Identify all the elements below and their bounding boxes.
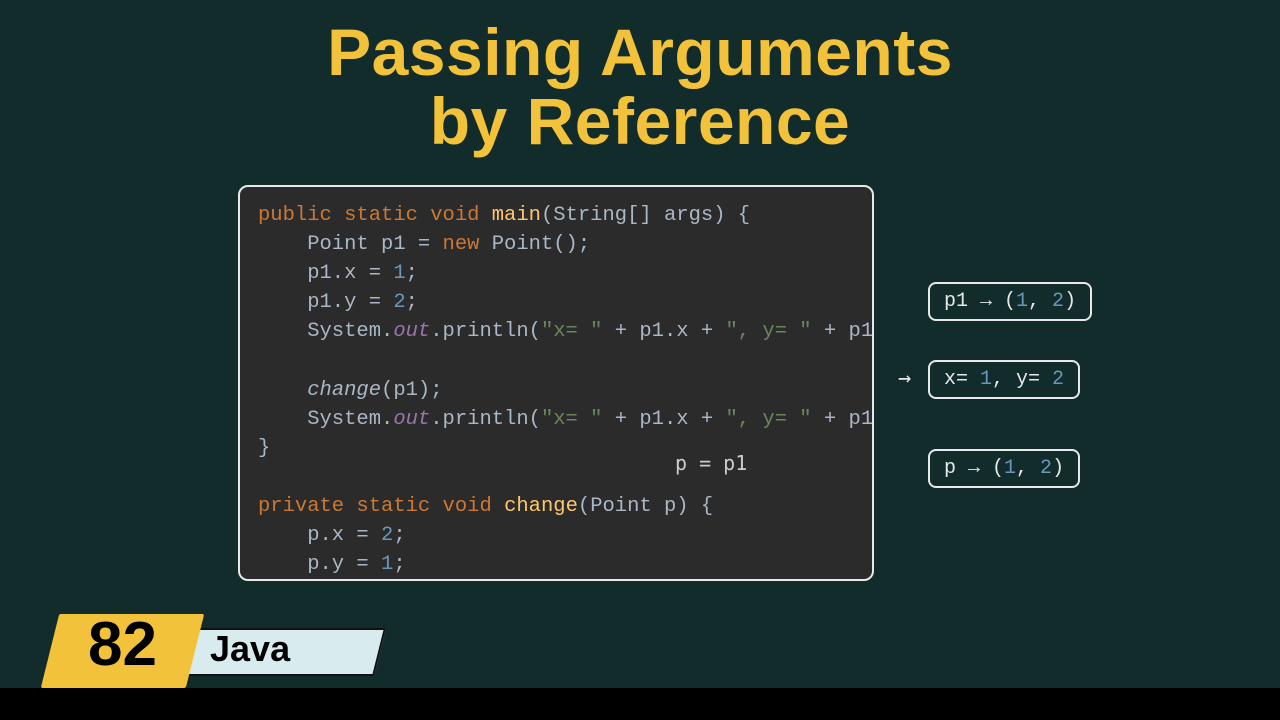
code-text: (String[] args) { bbox=[541, 204, 750, 227]
text: , y= bbox=[992, 368, 1052, 391]
out-field: out bbox=[393, 320, 430, 343]
state-box-p1: p1 → (1, 2) bbox=[928, 282, 1092, 321]
kw: static bbox=[344, 495, 430, 518]
code-text: System. bbox=[258, 408, 393, 431]
semi: ; bbox=[393, 524, 405, 547]
code-text: Point p1 = bbox=[258, 233, 443, 256]
code-text: + p1.y); bbox=[812, 408, 874, 431]
str: ", y= " bbox=[726, 320, 812, 343]
num: 2 bbox=[1052, 290, 1064, 313]
annotation-p-equals-p1: p = p1 bbox=[675, 449, 747, 477]
code-text: p1.x = bbox=[258, 262, 393, 285]
out-field: out bbox=[393, 408, 430, 431]
code-block: public static void main(String[] args) {… bbox=[238, 185, 874, 581]
title-line-1: Passing Arguments bbox=[327, 15, 953, 89]
num: 1 bbox=[1004, 457, 1016, 480]
str: "x= " bbox=[541, 320, 603, 343]
output-box-xy: x= 1, y= 2 bbox=[928, 360, 1080, 399]
text: p1 → ( bbox=[944, 290, 1016, 313]
kw: void bbox=[418, 204, 480, 227]
code-text: Point(); bbox=[479, 233, 590, 256]
badge-number: 82 bbox=[50, 609, 195, 680]
code-text: .println( bbox=[430, 408, 541, 431]
text: ) bbox=[1064, 290, 1076, 313]
semi: ; bbox=[393, 553, 405, 576]
code-text: + p1.y); bbox=[812, 320, 874, 343]
num: 1 bbox=[980, 368, 992, 391]
semi: ; bbox=[406, 262, 418, 285]
text: x= bbox=[944, 368, 980, 391]
code-text: + p1.x + bbox=[602, 320, 725, 343]
code-text: (p1); bbox=[381, 379, 443, 402]
code-text: (Point p) { bbox=[578, 495, 713, 518]
state-box-p: p → (1, 2) bbox=[928, 449, 1080, 488]
kw: private bbox=[258, 495, 344, 518]
code-text: p1.y = bbox=[258, 291, 393, 314]
str: "x= " bbox=[541, 408, 603, 431]
num: 2 bbox=[393, 291, 405, 314]
kw: new bbox=[443, 233, 480, 256]
num: 2 bbox=[1040, 457, 1052, 480]
num: 1 bbox=[393, 262, 405, 285]
text: , bbox=[1016, 457, 1040, 480]
text: p → ( bbox=[944, 457, 1004, 480]
code-text: + p1.x + bbox=[602, 408, 725, 431]
text: , bbox=[1028, 290, 1052, 313]
code-text: } bbox=[258, 437, 270, 460]
bottom-bar bbox=[0, 688, 1280, 720]
code-text: p.x = bbox=[258, 524, 381, 547]
text: ) bbox=[1052, 457, 1064, 480]
code-text: .println( bbox=[430, 320, 541, 343]
num: 2 bbox=[1052, 368, 1064, 391]
arrow-icon: → bbox=[898, 366, 911, 391]
slide-title: Passing Arguments by Reference bbox=[0, 0, 1280, 157]
num: 1 bbox=[381, 553, 393, 576]
fn-change: change bbox=[492, 495, 578, 518]
semi: ; bbox=[406, 291, 418, 314]
code-text: System. bbox=[258, 320, 393, 343]
num: 2 bbox=[381, 524, 393, 547]
kw: public bbox=[258, 204, 332, 227]
code-text: p.y = bbox=[258, 553, 381, 576]
badge-language: Java bbox=[210, 628, 380, 670]
fn-main: main bbox=[479, 204, 541, 227]
kw: static bbox=[332, 204, 418, 227]
kw: void bbox=[430, 495, 492, 518]
str: ", y= " bbox=[726, 408, 812, 431]
num: 1 bbox=[1016, 290, 1028, 313]
title-line-2: by Reference bbox=[430, 84, 851, 158]
fn-call: change bbox=[307, 379, 381, 402]
code-text bbox=[258, 379, 307, 402]
